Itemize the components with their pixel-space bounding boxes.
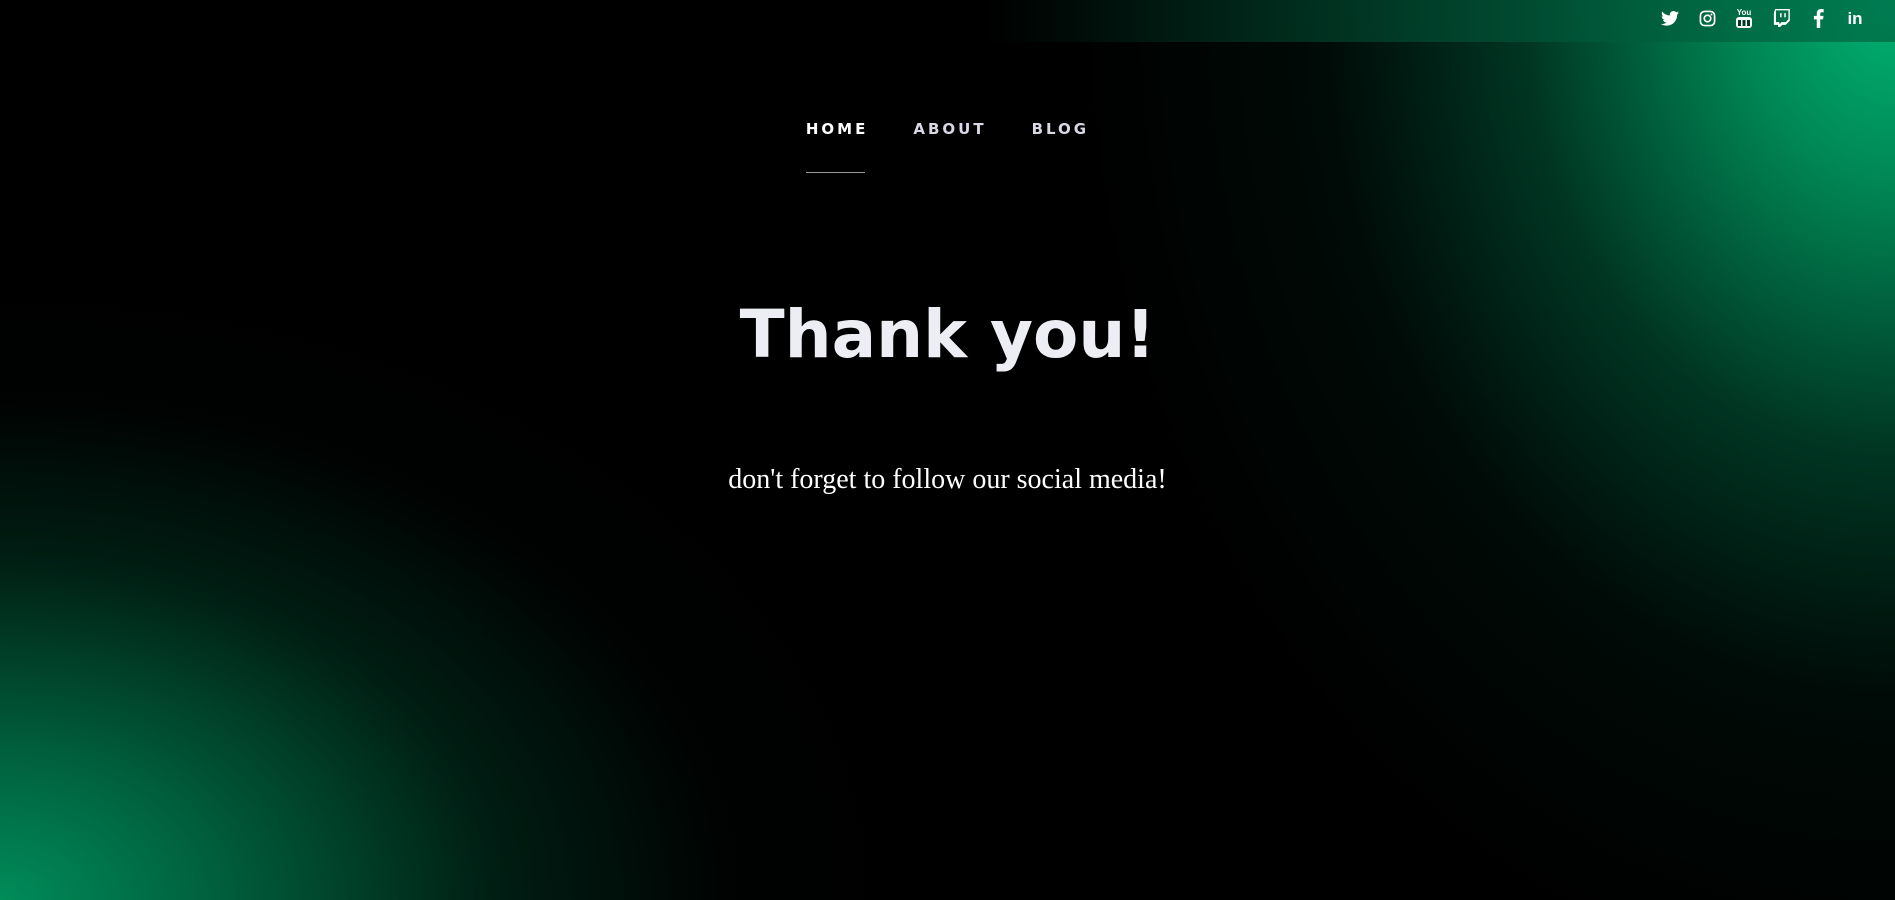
nav-home[interactable]: HOME <box>805 120 868 173</box>
page-subtitle: don't forget to follow our social media! <box>728 464 1167 495</box>
twitter-icon[interactable] <box>1660 8 1680 28</box>
top-bar <box>0 0 1895 42</box>
twitch-icon[interactable] <box>1771 8 1791 28</box>
youtube-icon[interactable]: You <box>1734 8 1754 28</box>
nav-blog[interactable]: BLOG <box>1032 120 1090 138</box>
instagram-icon[interactable] <box>1697 8 1717 28</box>
svg-text:You: You <box>1737 8 1752 17</box>
nav-about[interactable]: ABOUT <box>913 120 986 138</box>
social-links: You in <box>1660 8 1865 28</box>
page-title: Thank you! <box>739 296 1156 373</box>
main-nav: HOME ABOUT BLOG <box>0 120 1895 173</box>
facebook-icon[interactable] <box>1808 8 1828 28</box>
svg-text:in: in <box>1847 9 1862 27</box>
linkedin-icon[interactable]: in <box>1845 8 1865 28</box>
